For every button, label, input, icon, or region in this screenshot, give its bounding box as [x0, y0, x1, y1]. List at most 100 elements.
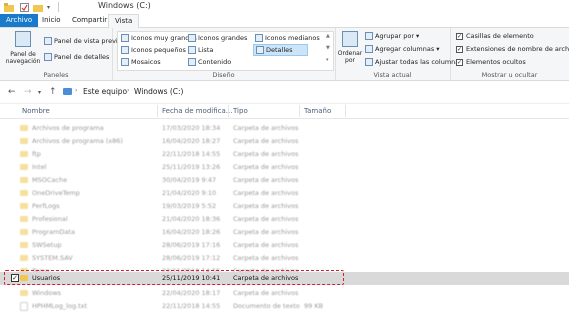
layout-extra-large-icons[interactable]: Iconos muy grandes — [121, 34, 197, 42]
file-name: HPHMLog_log.txt — [32, 302, 88, 310]
file-name: Profesional — [32, 215, 68, 223]
file-date: 25/11/2019 13:26 — [162, 163, 221, 171]
folder-icon — [20, 242, 28, 248]
column-header-date[interactable]: Fecha de modifica... — [162, 107, 232, 115]
tab-compartir[interactable]: Compartir — [66, 14, 113, 27]
group-label-diseno: Diseño — [212, 71, 235, 79]
crumb-separator-icon[interactable]: › — [127, 87, 129, 94]
group-label-vista-actual: Vista actual — [373, 71, 412, 79]
tab-inicio[interactable]: Inicio — [36, 14, 67, 27]
table-row[interactable]: Windows 22/04/2020 18:17 Carpeta de archiv… — [0, 287, 569, 300]
gallery-scroll-up-icon[interactable]: ▲ — [326, 33, 330, 39]
add-columns-button[interactable]: Agregar columnas ▾ — [365, 45, 440, 53]
file-name: Archivos de programa (x86) — [32, 137, 123, 145]
hidden-items-toggle[interactable]: ✓ Elementos ocultos — [456, 58, 526, 66]
nav-pane-icon — [15, 31, 31, 47]
fit-columns-button[interactable]: Ajustar todas las columnas — [365, 58, 463, 66]
tab-archivo[interactable]: Archivo — [0, 14, 39, 27]
large-icons-icon — [188, 34, 196, 42]
folder-icon — [20, 164, 28, 170]
table-row[interactable]: Archivos de programa 17/03/2020 18:34 Carp… — [0, 122, 569, 135]
file-extensions-toggle[interactable]: ✓ Extensiones de nombre de archivo — [456, 45, 569, 53]
column-header-row: Nombre Fecha de modifica... Tipo Tamaño — [0, 104, 569, 119]
file-date: 22/04/2020 18:17 — [162, 289, 221, 297]
new-folder-icon[interactable] — [33, 2, 43, 12]
file-date: 17/03/2020 18:34 — [162, 124, 221, 132]
group-paneles: Panel de navegación Panel de vista previ… — [0, 28, 122, 80]
back-arrow-icon[interactable]: ← — [8, 87, 16, 97]
folder-icon — [20, 229, 28, 235]
layout-tiles[interactable]: Mosaicos — [121, 58, 161, 66]
column-header-size[interactable]: Tamaño — [304, 107, 331, 115]
nav-pane-button[interactable]: Panel de navegación — [6, 31, 40, 65]
column-divider[interactable] — [299, 105, 300, 117]
table-row[interactable]: ProgramData 16/04/2020 18:26 Carpeta de ar… — [0, 226, 569, 239]
table-row[interactable]: MSOCache 30/04/2019 9:47 Carpeta de archiv… — [0, 174, 569, 187]
table-row[interactable]: ftp 22/11/2018 14:55 Carpeta de archivos — [0, 148, 569, 161]
table-row[interactable]: HPHMLog_log.txt 22/11/2018 14:55 Documento… — [0, 300, 569, 313]
details-icon — [256, 46, 264, 54]
folder-icon — [20, 290, 28, 296]
file-name: Archivos de programa — [32, 124, 104, 132]
crumb-windows-c[interactable]: Windows (C:) — [134, 87, 183, 96]
properties-icon[interactable] — [20, 2, 29, 12]
table-row[interactable]: SWSetup 28/06/2019 17:16 Carpeta de archiv… — [0, 239, 569, 252]
sort-by-icon — [342, 31, 358, 47]
file-type: Carpeta de archivos — [233, 150, 299, 158]
address-bar: ← → ▾ ↑ › Este equipo › Windows (C:) — [0, 81, 569, 104]
layout-medium-icons[interactable]: Iconos medianos — [255, 34, 320, 42]
folder-icon — [20, 255, 28, 261]
file-type: Carpeta de archivos — [233, 124, 299, 132]
layout-content[interactable]: Contenido — [188, 58, 231, 66]
gallery-expand-icon[interactable]: ▾ — [326, 57, 329, 63]
column-divider[interactable] — [228, 105, 229, 117]
group-by-button[interactable]: Agrupar por ▾ — [365, 32, 419, 40]
item-checkboxes-checkbox[interactable]: ✓ — [456, 32, 463, 40]
file-date: 22/11/2018 14:55 — [162, 302, 221, 310]
recent-locations-chevron-icon[interactable]: ▾ — [38, 89, 41, 96]
column-divider[interactable] — [157, 105, 158, 117]
ribbon-tabs: Archivo Inicio Compartir Vista — [0, 14, 569, 28]
column-header-name[interactable]: Nombre — [22, 107, 50, 115]
selection-highlight — [4, 270, 344, 285]
hidden-items-checkbox[interactable]: ✓ — [456, 58, 463, 66]
layout-list[interactable]: Lista — [188, 46, 213, 54]
details-pane-button[interactable]: Panel de detalles — [44, 53, 109, 61]
file-extensions-checkbox[interactable]: ✓ — [456, 45, 463, 53]
file-name: PerfLogs — [32, 202, 60, 210]
quick-access-dropdown-icon[interactable]: ▾ — [47, 2, 50, 12]
list-icon — [188, 46, 196, 54]
file-type: Carpeta de archivos — [233, 215, 299, 223]
sort-by-button[interactable]: Ordenar por — [338, 31, 362, 64]
medium-icons-icon — [255, 34, 263, 42]
table-row[interactable]: Profesional 21/04/2020 18:36 Carpeta de ar… — [0, 213, 569, 226]
forward-arrow-icon[interactable]: → — [24, 87, 32, 97]
file-type: Carpeta de archivos — [233, 254, 299, 262]
layout-small-icons[interactable]: Iconos pequeños — [121, 46, 186, 54]
file-date: 22/11/2018 14:55 — [162, 150, 221, 158]
title-divider — [58, 2, 59, 12]
up-arrow-icon[interactable]: ↑ — [49, 87, 57, 97]
tab-vista[interactable]: Vista — [108, 14, 140, 28]
folder-icon — [20, 177, 28, 183]
item-checkboxes-toggle[interactable]: ✓ Casillas de elemento — [456, 32, 534, 40]
gallery-scroll-down-icon[interactable]: ▼ — [326, 45, 330, 51]
file-type: Carpeta de archivos — [233, 202, 299, 210]
table-row[interactable]: OneDriveTemp 21/04/2020 9:10 Carpeta de ar… — [0, 187, 569, 200]
column-divider[interactable] — [345, 105, 346, 117]
crumb-separator-icon[interactable]: › — [75, 87, 77, 94]
add-columns-dropdown-icon: ▾ — [436, 45, 440, 53]
preview-pane-button[interactable]: Panel de vista previa — [44, 37, 122, 45]
file-date: 21/04/2020 18:36 — [162, 215, 221, 223]
table-row[interactable]: SYSTEM.SAV 28/06/2019 17:12 Carpeta de arc… — [0, 252, 569, 265]
details-pane-icon — [44, 53, 52, 61]
column-header-type[interactable]: Tipo — [233, 107, 248, 115]
table-row[interactable]: Intel 25/11/2019 13:26 Carpeta de archivos — [0, 161, 569, 174]
file-name: SWSetup — [32, 241, 62, 249]
group-mostrar-ocultar: ✓ Casillas de elemento ✓ Extensiones de no… — [450, 28, 569, 80]
crumb-este-equipo[interactable]: Este equipo — [83, 87, 127, 96]
table-row[interactable]: Archivos de programa (x86) 16/04/2020 18:… — [0, 135, 569, 148]
layout-details[interactable]: Detalles — [253, 44, 308, 56]
table-row[interactable]: PerfLogs 19/03/2019 5:52 Carpeta de archiv… — [0, 200, 569, 213]
layout-large-icons[interactable]: Iconos grandes — [188, 34, 247, 42]
